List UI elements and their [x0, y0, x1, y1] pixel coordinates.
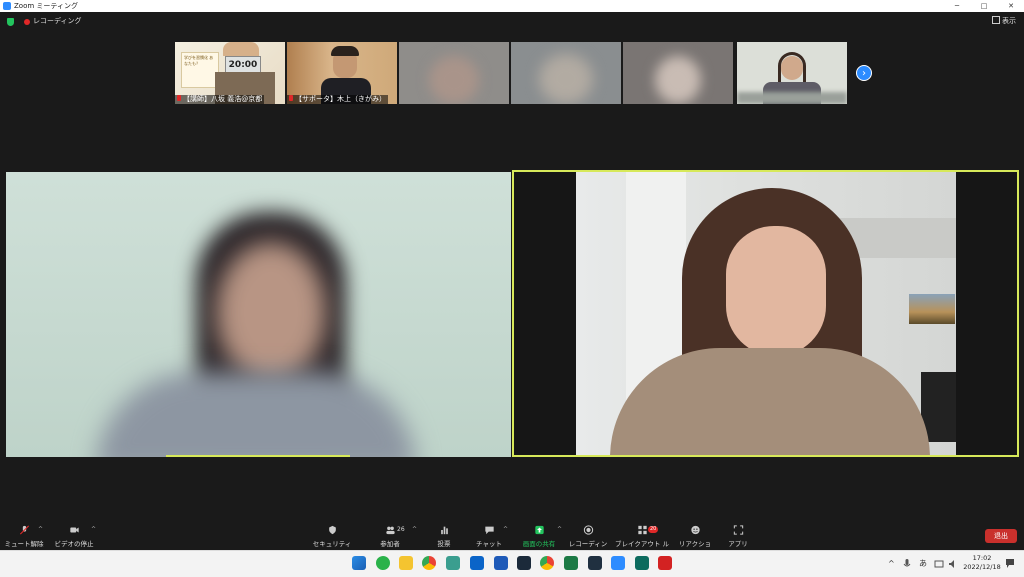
video-options-caret[interactable]: ^ — [91, 526, 96, 533]
terminal-icon[interactable] — [517, 556, 531, 570]
mic-muted-icon — [289, 95, 293, 101]
participants-icon — [385, 526, 395, 535]
zoom-app-icon — [3, 2, 11, 10]
chat-bubble-icon — [484, 526, 494, 535]
participant-thumbnail[interactable] — [623, 42, 733, 104]
next-page-button[interactable]: › — [856, 65, 872, 81]
notepad-icon[interactable] — [446, 556, 460, 570]
clock-date: 2022/12/18 — [963, 563, 1001, 571]
video-camera-icon — [69, 527, 79, 533]
breakout-badge: 20 — [648, 526, 659, 533]
minimize-button[interactable]: ─ — [946, 0, 968, 12]
window-title: Zoom ミーティング — [14, 2, 78, 10]
video-tile-left[interactable] — [6, 172, 511, 457]
polls-button[interactable]: 投票 — [430, 520, 458, 550]
notification-icon[interactable] — [1005, 558, 1015, 569]
participant-name: 【講師】八坂 義浩@京都 — [175, 95, 265, 104]
mute-button[interactable]: ミュート解除 — [4, 520, 44, 550]
view-label: 表示 — [1002, 17, 1016, 25]
recording-icon — [24, 19, 30, 25]
participant-name: 【サポータ】木上（きがみ） — [287, 95, 388, 104]
chat-button[interactable]: チャット — [474, 520, 504, 550]
app-icon[interactable] — [635, 556, 649, 570]
file-explorer-icon[interactable] — [399, 556, 413, 570]
mute-options-caret[interactable]: ^ — [38, 526, 43, 533]
start-icon[interactable] — [352, 556, 366, 570]
participant-face — [216, 242, 326, 382]
participant-body — [96, 372, 416, 457]
audio-indicator — [166, 455, 350, 457]
meeting-status-row: レコーディング 表示 — [0, 13, 1024, 31]
acrobat-icon[interactable] — [658, 556, 672, 570]
desk — [737, 92, 847, 104]
tray-overflow-caret[interactable]: ^ — [888, 551, 895, 577]
recording-label: レコーディング — [33, 17, 82, 25]
zoom-taskbar-icon[interactable] — [611, 556, 625, 570]
record-icon — [583, 525, 593, 535]
share-screen-button[interactable]: 画面の共有 — [520, 520, 558, 550]
network-icon[interactable] — [934, 559, 944, 569]
mic-muted-icon — [19, 525, 29, 535]
participants-options-caret[interactable]: ^ — [412, 526, 417, 533]
participant-thumbnail[interactable] — [737, 42, 847, 104]
participants-button[interactable]: 参加者 — [372, 520, 408, 550]
security-button[interactable]: セキュリティ — [312, 520, 352, 550]
chrome-icon[interactable] — [422, 556, 436, 570]
microphone-icon[interactable] — [903, 559, 911, 569]
view-button[interactable]: 表示 — [992, 16, 1016, 26]
ime-indicator[interactable]: あ — [919, 551, 927, 577]
participant-blur — [655, 56, 701, 104]
grid-view-icon — [992, 16, 1000, 24]
maximize-button[interactable]: □ — [973, 0, 995, 12]
participant-face — [726, 226, 826, 356]
line-app-icon[interactable] — [376, 556, 390, 570]
media-app-icon[interactable] — [588, 556, 602, 570]
breakout-rooms-icon — [637, 525, 647, 535]
participant-blur — [539, 54, 593, 104]
apps-button[interactable]: アプリ — [724, 520, 752, 550]
clock-time: 17:02 — [972, 554, 992, 562]
participant-thumbnail[interactable] — [511, 42, 621, 104]
mic-muted-icon — [177, 95, 181, 101]
whiteboard-text: 学びを習慣化 あなたも？ — [184, 55, 214, 66]
participant-hair — [331, 46, 359, 56]
whiteboard: 学びを習慣化 あなたも？ — [181, 52, 219, 88]
share-screen-icon — [534, 525, 544, 535]
outlook-icon[interactable] — [470, 556, 484, 570]
breakout-rooms-button[interactable]: ブレイクアウト ルーム — [612, 520, 672, 558]
apps-icon — [733, 525, 743, 535]
taskbar-clock[interactable]: 17:02 2022/12/18 — [962, 554, 1002, 572]
volume-icon[interactable] — [948, 559, 958, 569]
meeting-toolbar: ミュート解除 ^ ビデオの停止 ^ セキュリティ 参加者 26 ^ 投票 チャッ… — [0, 520, 1024, 558]
wall-picture — [909, 294, 955, 324]
participant-hair — [778, 52, 806, 82]
participants-count: 26 — [397, 526, 405, 533]
encryption-shield-icon[interactable] — [7, 18, 14, 26]
reactions-smiley-icon — [690, 525, 700, 535]
participant-face — [223, 42, 259, 56]
participant-thumbnail[interactable] — [399, 42, 509, 104]
reactions-button[interactable]: リアクション — [677, 520, 713, 558]
close-button[interactable]: ✕ — [1000, 0, 1022, 12]
participant-thumbnail[interactable]: 学びを習慣化 あなたも？ 20:00 【講師】八坂 義浩@京都 — [175, 42, 285, 104]
chrome-profile-icon[interactable] — [540, 556, 554, 570]
polls-bar-icon — [440, 526, 448, 535]
record-button[interactable]: レコーディング — [567, 520, 609, 558]
window-title-bar: Zoom ミーティング ─ □ ✕ — [0, 0, 1024, 12]
windows-taskbar: ^ あ 17:02 2022/12/18 — [0, 550, 1024, 577]
security-shield-icon — [328, 525, 336, 535]
excel-icon[interactable] — [564, 556, 578, 570]
participant-blur — [429, 56, 479, 104]
participant-thumbnail[interactable]: 【サポータ】木上（きがみ） — [287, 42, 397, 104]
video-button[interactable]: ビデオの停止 — [52, 520, 96, 550]
chat-options-caret[interactable]: ^ — [503, 526, 508, 533]
chat-app-icon[interactable] — [494, 556, 508, 570]
video-tile-active-speaker[interactable] — [512, 170, 1019, 457]
leave-button[interactable]: 退出 — [985, 529, 1017, 543]
share-options-caret[interactable]: ^ — [557, 526, 562, 533]
